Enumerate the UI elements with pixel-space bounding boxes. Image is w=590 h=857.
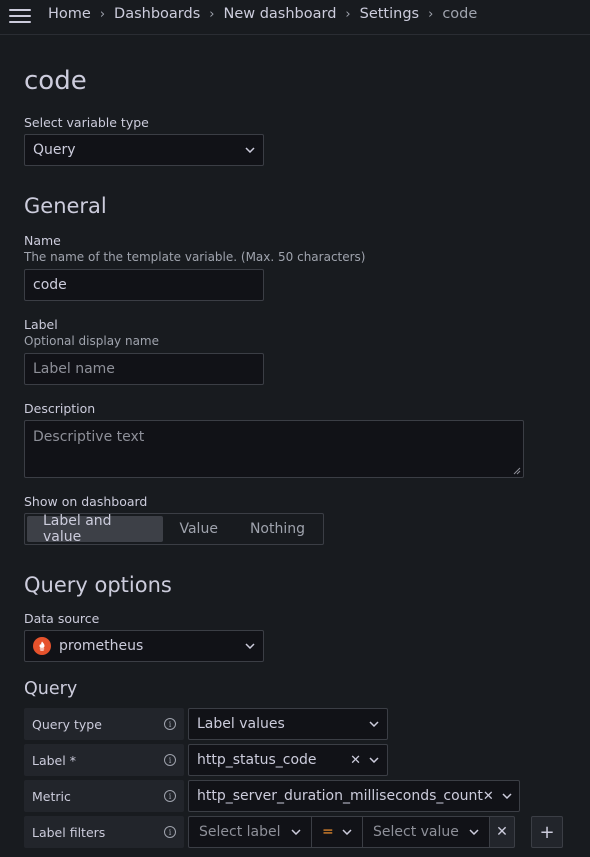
resize-handle-icon[interactable] bbox=[513, 467, 521, 475]
info-icon[interactable]: i bbox=[164, 718, 176, 730]
chevron-down-icon bbox=[369, 755, 379, 765]
plus-icon: + bbox=[539, 821, 555, 843]
breadcrumb-new-dashboard[interactable]: New dashboard bbox=[223, 6, 336, 22]
breadcrumb-dashboards[interactable]: Dashboards bbox=[114, 6, 200, 22]
filter-label-select[interactable]: Select label bbox=[188, 816, 312, 848]
label-filters-label-text: Label filters bbox=[32, 824, 106, 840]
clear-icon[interactable]: ✕ bbox=[483, 789, 494, 804]
variable-type-label: Select variable type bbox=[24, 115, 149, 130]
name-input[interactable]: code bbox=[24, 269, 264, 301]
chevron-down-icon bbox=[369, 719, 379, 729]
filter-value-placeholder: Select value bbox=[373, 824, 459, 840]
data-source-label: Data source bbox=[24, 611, 100, 626]
top-bar: Home › Dashboards › New dashboard › Sett… bbox=[0, 0, 590, 35]
metric-select-value: http_server_duration_milliseconds_count bbox=[197, 788, 483, 804]
chevron-down-icon bbox=[342, 827, 352, 837]
name-input-value: code bbox=[33, 277, 67, 293]
description-label: Description bbox=[24, 401, 96, 416]
query-type-label: Query type i bbox=[24, 708, 184, 740]
option-nothing[interactable]: Nothing bbox=[234, 516, 321, 542]
name-label: Name bbox=[24, 233, 61, 248]
filter-value-select[interactable]: Select value bbox=[362, 816, 490, 848]
data-source-value: prometheus bbox=[59, 638, 144, 654]
label-label: Label bbox=[24, 317, 58, 332]
breadcrumb-settings[interactable]: Settings bbox=[360, 6, 419, 22]
option-value[interactable]: Value bbox=[163, 516, 233, 542]
metric-select[interactable]: http_server_duration_milliseconds_count … bbox=[188, 780, 520, 812]
chevron-down-icon bbox=[469, 827, 479, 837]
info-icon[interactable]: i bbox=[164, 790, 176, 802]
label-select-value: http_status_code bbox=[197, 752, 317, 768]
label-input[interactable]: Label name bbox=[24, 353, 264, 385]
page-title: code bbox=[24, 66, 87, 96]
remove-filter-button[interactable]: ✕ bbox=[489, 816, 515, 848]
breadcrumb: Home › Dashboards › New dashboard › Sett… bbox=[48, 6, 477, 22]
description-textarea[interactable]: Descriptive text bbox=[24, 420, 524, 478]
breadcrumb-home[interactable]: Home bbox=[48, 6, 91, 22]
add-filter-button[interactable]: + bbox=[531, 816, 563, 848]
filter-operator-value: = bbox=[322, 824, 334, 840]
variable-type-select[interactable]: Query bbox=[24, 134, 264, 166]
info-icon[interactable]: i bbox=[164, 826, 176, 838]
label-row-label: Label * i bbox=[24, 744, 184, 776]
chevron-down-icon bbox=[245, 641, 255, 651]
chevron-right-icon: › bbox=[209, 6, 215, 22]
query-type-select[interactable]: Label values bbox=[188, 708, 388, 740]
query-type-value: Label values bbox=[197, 716, 285, 732]
show-on-dashboard-label: Show on dashboard bbox=[24, 494, 148, 509]
chevron-right-icon: › bbox=[428, 6, 434, 22]
filter-label-placeholder: Select label bbox=[199, 824, 281, 840]
chevron-down-icon bbox=[502, 791, 512, 801]
option-label-and-value[interactable]: Label and value bbox=[27, 513, 164, 545]
variable-type-value: Query bbox=[33, 142, 76, 158]
label-input-placeholder: Label name bbox=[33, 361, 115, 377]
label-select[interactable]: http_status_code ✕ bbox=[188, 744, 388, 776]
chevron-down-icon bbox=[245, 145, 255, 155]
query-options-heading: Query options bbox=[24, 573, 172, 597]
description-placeholder: Descriptive text bbox=[33, 429, 145, 445]
query-heading: Query bbox=[24, 679, 78, 699]
name-description: The name of the template variable. (Max.… bbox=[24, 250, 366, 264]
metric-label-text: Metric bbox=[32, 788, 71, 804]
clear-icon[interactable]: ✕ bbox=[350, 753, 361, 768]
filter-operator-select[interactable]: = bbox=[311, 816, 363, 848]
data-source-select[interactable]: prometheus bbox=[24, 630, 264, 662]
chevron-right-icon: › bbox=[345, 6, 351, 22]
chevron-right-icon: › bbox=[99, 6, 106, 22]
metric-label: Metric i bbox=[24, 780, 184, 812]
label-row-label-text: Label * bbox=[32, 752, 76, 768]
label-description: Optional display name bbox=[24, 334, 160, 348]
label-filters-label: Label filters i bbox=[24, 816, 184, 848]
close-icon: ✕ bbox=[496, 824, 508, 840]
info-icon[interactable]: i bbox=[164, 754, 176, 766]
prometheus-icon bbox=[33, 637, 51, 655]
query-type-label-text: Query type bbox=[32, 716, 102, 732]
chevron-down-icon bbox=[291, 827, 301, 837]
menu-icon[interactable] bbox=[9, 8, 31, 24]
general-heading: General bbox=[24, 194, 107, 218]
show-on-dashboard-radio-group: Label and value Value Nothing bbox=[24, 513, 324, 545]
breadcrumb-current: code bbox=[442, 6, 478, 22]
